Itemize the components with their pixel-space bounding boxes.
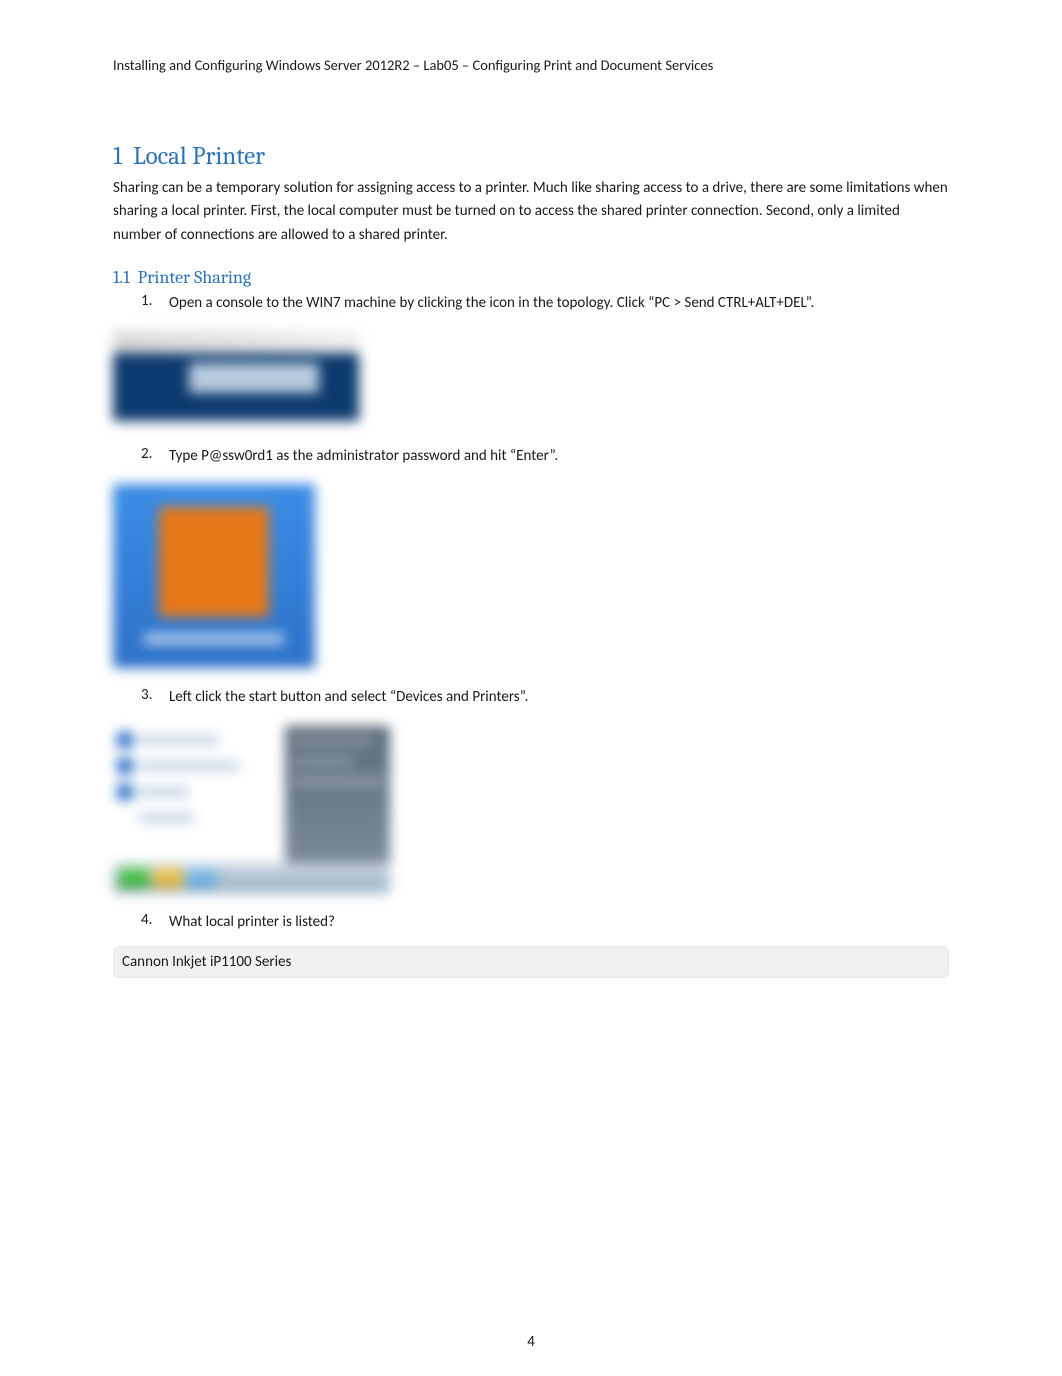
screenshot-console-toolbar	[113, 331, 359, 421]
page-number: 4	[0, 1333, 1062, 1351]
answer-field: Cannon Inkjet iP1100 Series	[113, 946, 949, 978]
step-3: 3. Left click the start button and selec…	[141, 686, 949, 709]
step-text: Open a console to the WIN7 machine by cl…	[169, 292, 814, 315]
step-text: Left click the start button and select “…	[169, 686, 528, 709]
step-number: 4.	[141, 911, 169, 934]
step-number: 1.	[141, 292, 169, 315]
screenshot-login-screen	[113, 484, 315, 668]
subsection-number: 1.1	[113, 267, 130, 288]
step-text: Type P@ssw0rd1 as the administrator pass…	[169, 445, 558, 468]
screenshot-start-menu	[113, 726, 390, 893]
step-2: 2. Type P@ssw0rd1 as the administrator p…	[141, 445, 949, 468]
page-header: Installing and Configuring Windows Serve…	[113, 56, 949, 74]
section-number: 1	[113, 142, 122, 171]
section-heading: 1 Local Printer	[113, 142, 949, 171]
step-4: 4. What local printer is listed?	[141, 911, 949, 934]
subsection-title: Printer Sharing	[138, 267, 251, 288]
step-text: What local printer is listed?	[169, 911, 335, 934]
step-number: 3.	[141, 686, 169, 709]
step-number: 2.	[141, 445, 169, 468]
section-intro: Sharing can be a temporary solution for …	[113, 177, 949, 247]
subsection-heading: 1.1 Printer Sharing	[113, 267, 949, 288]
section-title: Local Printer	[133, 142, 265, 171]
step-1: 1. Open a console to the WIN7 machine by…	[141, 292, 949, 315]
